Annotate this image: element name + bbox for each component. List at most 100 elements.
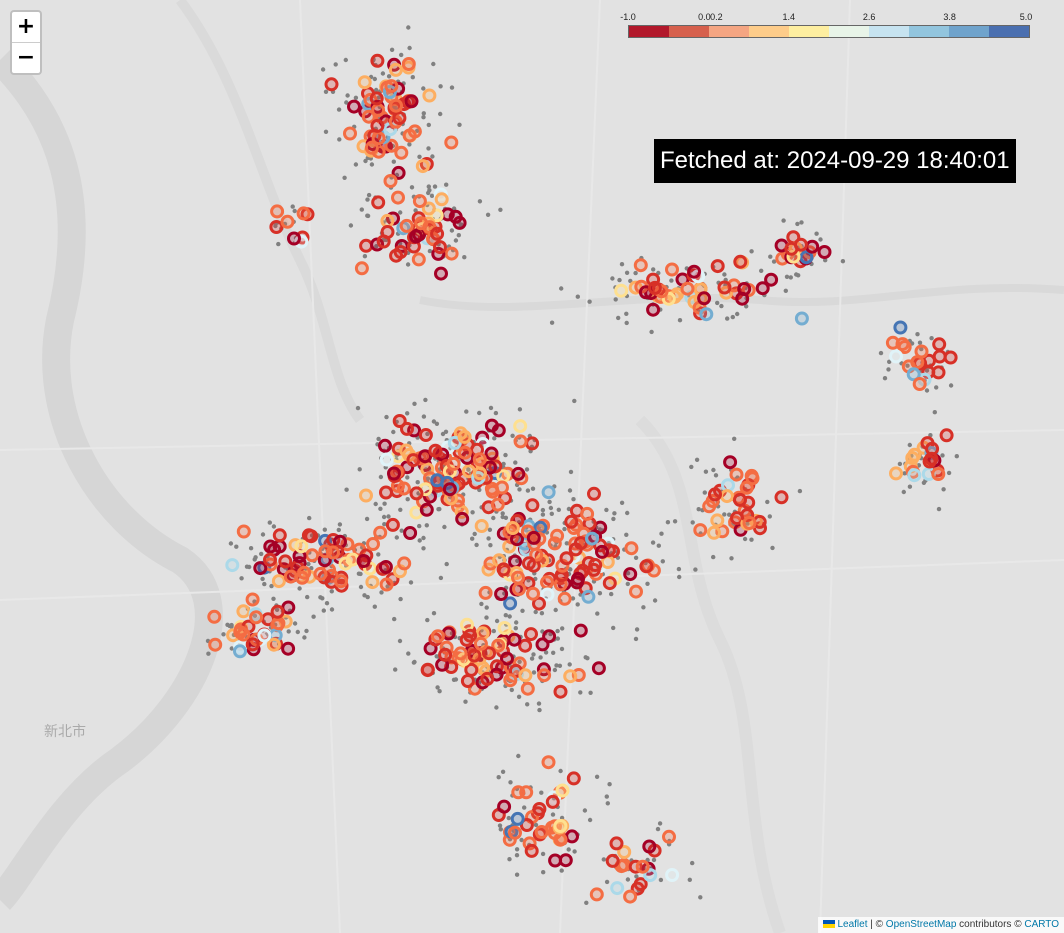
station-marker[interactable]	[541, 755, 556, 770]
station-marker[interactable]	[693, 523, 708, 538]
station-marker[interactable]	[394, 145, 409, 160]
station-marker[interactable]	[889, 349, 903, 364]
station-marker[interactable]	[907, 447, 922, 462]
station-marker[interactable]	[409, 229, 424, 244]
station-marker[interactable]	[520, 681, 535, 696]
station-marker[interactable]	[415, 159, 430, 174]
station-marker[interactable]	[610, 881, 625, 896]
station-marker[interactable]	[555, 783, 570, 798]
station-marker[interactable]	[378, 560, 393, 574]
station-marker[interactable]	[507, 632, 522, 647]
station-marker[interactable]	[602, 576, 617, 591]
station-marker[interactable]	[541, 485, 556, 500]
station-marker[interactable]	[511, 570, 525, 585]
station-marker[interactable]	[304, 529, 319, 544]
station-marker[interactable]	[379, 452, 394, 467]
station-marker[interactable]	[521, 556, 536, 571]
station-marker[interactable]	[553, 832, 568, 847]
station-marker[interactable]	[931, 467, 946, 481]
station-marker[interactable]	[357, 75, 372, 90]
station-marker[interactable]	[605, 853, 620, 868]
station-marker[interactable]	[912, 377, 927, 391]
station-marker[interactable]	[524, 843, 539, 858]
station-marker[interactable]	[564, 514, 579, 529]
station-marker[interactable]	[379, 485, 393, 500]
station-marker[interactable]	[370, 53, 385, 68]
station-marker[interactable]	[384, 79, 399, 94]
station-marker[interactable]	[623, 567, 638, 582]
station-marker[interactable]	[697, 291, 712, 306]
station-marker[interactable]	[573, 623, 588, 638]
station-marker[interactable]	[665, 868, 680, 882]
station-marker[interactable]	[817, 245, 832, 259]
station-marker[interactable]	[401, 57, 416, 71]
station-marker[interactable]	[280, 214, 295, 229]
station-marker[interactable]	[359, 238, 374, 253]
station-marker[interactable]	[729, 467, 744, 482]
station-marker[interactable]	[399, 218, 414, 233]
station-marker[interactable]	[480, 671, 495, 686]
station-marker[interactable]	[503, 596, 518, 611]
station-marker[interactable]	[225, 558, 240, 573]
station-marker[interactable]	[455, 511, 470, 526]
station-marker[interactable]	[420, 662, 435, 677]
station-marker[interactable]	[580, 506, 595, 521]
station-marker[interactable]	[907, 468, 922, 483]
station-marker[interactable]	[370, 118, 385, 133]
zoom-out-button[interactable]: −	[12, 42, 40, 73]
station-marker[interactable]	[369, 91, 384, 106]
station-marker[interactable]	[433, 240, 447, 255]
station-marker[interactable]	[296, 206, 311, 221]
station-marker[interactable]	[707, 525, 721, 540]
station-marker[interactable]	[805, 239, 820, 254]
station-marker[interactable]	[373, 525, 388, 540]
station-marker[interactable]	[623, 889, 638, 904]
station-marker[interactable]	[662, 829, 676, 844]
leaflet-link[interactable]: Leaflet	[837, 919, 867, 930]
station-marker[interactable]	[573, 536, 588, 551]
station-marker[interactable]	[305, 548, 320, 563]
station-marker[interactable]	[278, 554, 293, 569]
station-marker[interactable]	[699, 307, 714, 322]
station-marker[interactable]	[472, 452, 487, 467]
station-marker[interactable]	[494, 587, 509, 601]
station-marker[interactable]	[553, 684, 568, 699]
station-marker[interactable]	[745, 471, 760, 486]
station-marker[interactable]	[404, 94, 419, 109]
carto-link[interactable]: CARTO	[1024, 919, 1059, 930]
station-marker[interactable]	[490, 497, 505, 512]
station-marker[interactable]	[208, 637, 223, 652]
station-marker[interactable]	[588, 558, 603, 572]
station-marker[interactable]	[430, 629, 445, 644]
station-marker[interactable]	[392, 111, 407, 125]
station-marker[interactable]	[540, 587, 555, 602]
station-marker[interactable]	[721, 478, 735, 493]
station-marker[interactable]	[270, 204, 285, 219]
station-marker[interactable]	[513, 419, 528, 434]
station-marker[interactable]	[793, 237, 808, 252]
station-marker[interactable]	[733, 254, 748, 269]
station-marker[interactable]	[526, 530, 541, 545]
station-marker[interactable]	[391, 190, 405, 205]
station-marker[interactable]	[633, 258, 648, 273]
station-marker[interactable]	[371, 195, 386, 210]
station-marker[interactable]	[914, 344, 929, 359]
station-marker[interactable]	[485, 484, 500, 499]
station-marker[interactable]	[397, 556, 412, 571]
station-marker[interactable]	[460, 674, 475, 688]
station-marker[interactable]	[525, 436, 540, 451]
station-marker[interactable]	[236, 627, 251, 642]
station-marker[interactable]	[496, 469, 511, 484]
station-marker[interactable]	[459, 632, 474, 647]
station-marker[interactable]	[720, 489, 734, 504]
station-marker[interactable]	[359, 488, 373, 503]
station-marker[interactable]	[614, 283, 629, 298]
station-marker[interactable]	[383, 174, 398, 188]
station-marker[interactable]	[687, 264, 702, 279]
station-marker[interactable]	[324, 77, 339, 92]
station-marker[interactable]	[269, 220, 284, 234]
station-marker[interactable]	[387, 466, 401, 481]
station-marker[interactable]	[378, 438, 392, 453]
station-marker[interactable]	[452, 215, 467, 230]
station-marker[interactable]	[263, 539, 278, 554]
